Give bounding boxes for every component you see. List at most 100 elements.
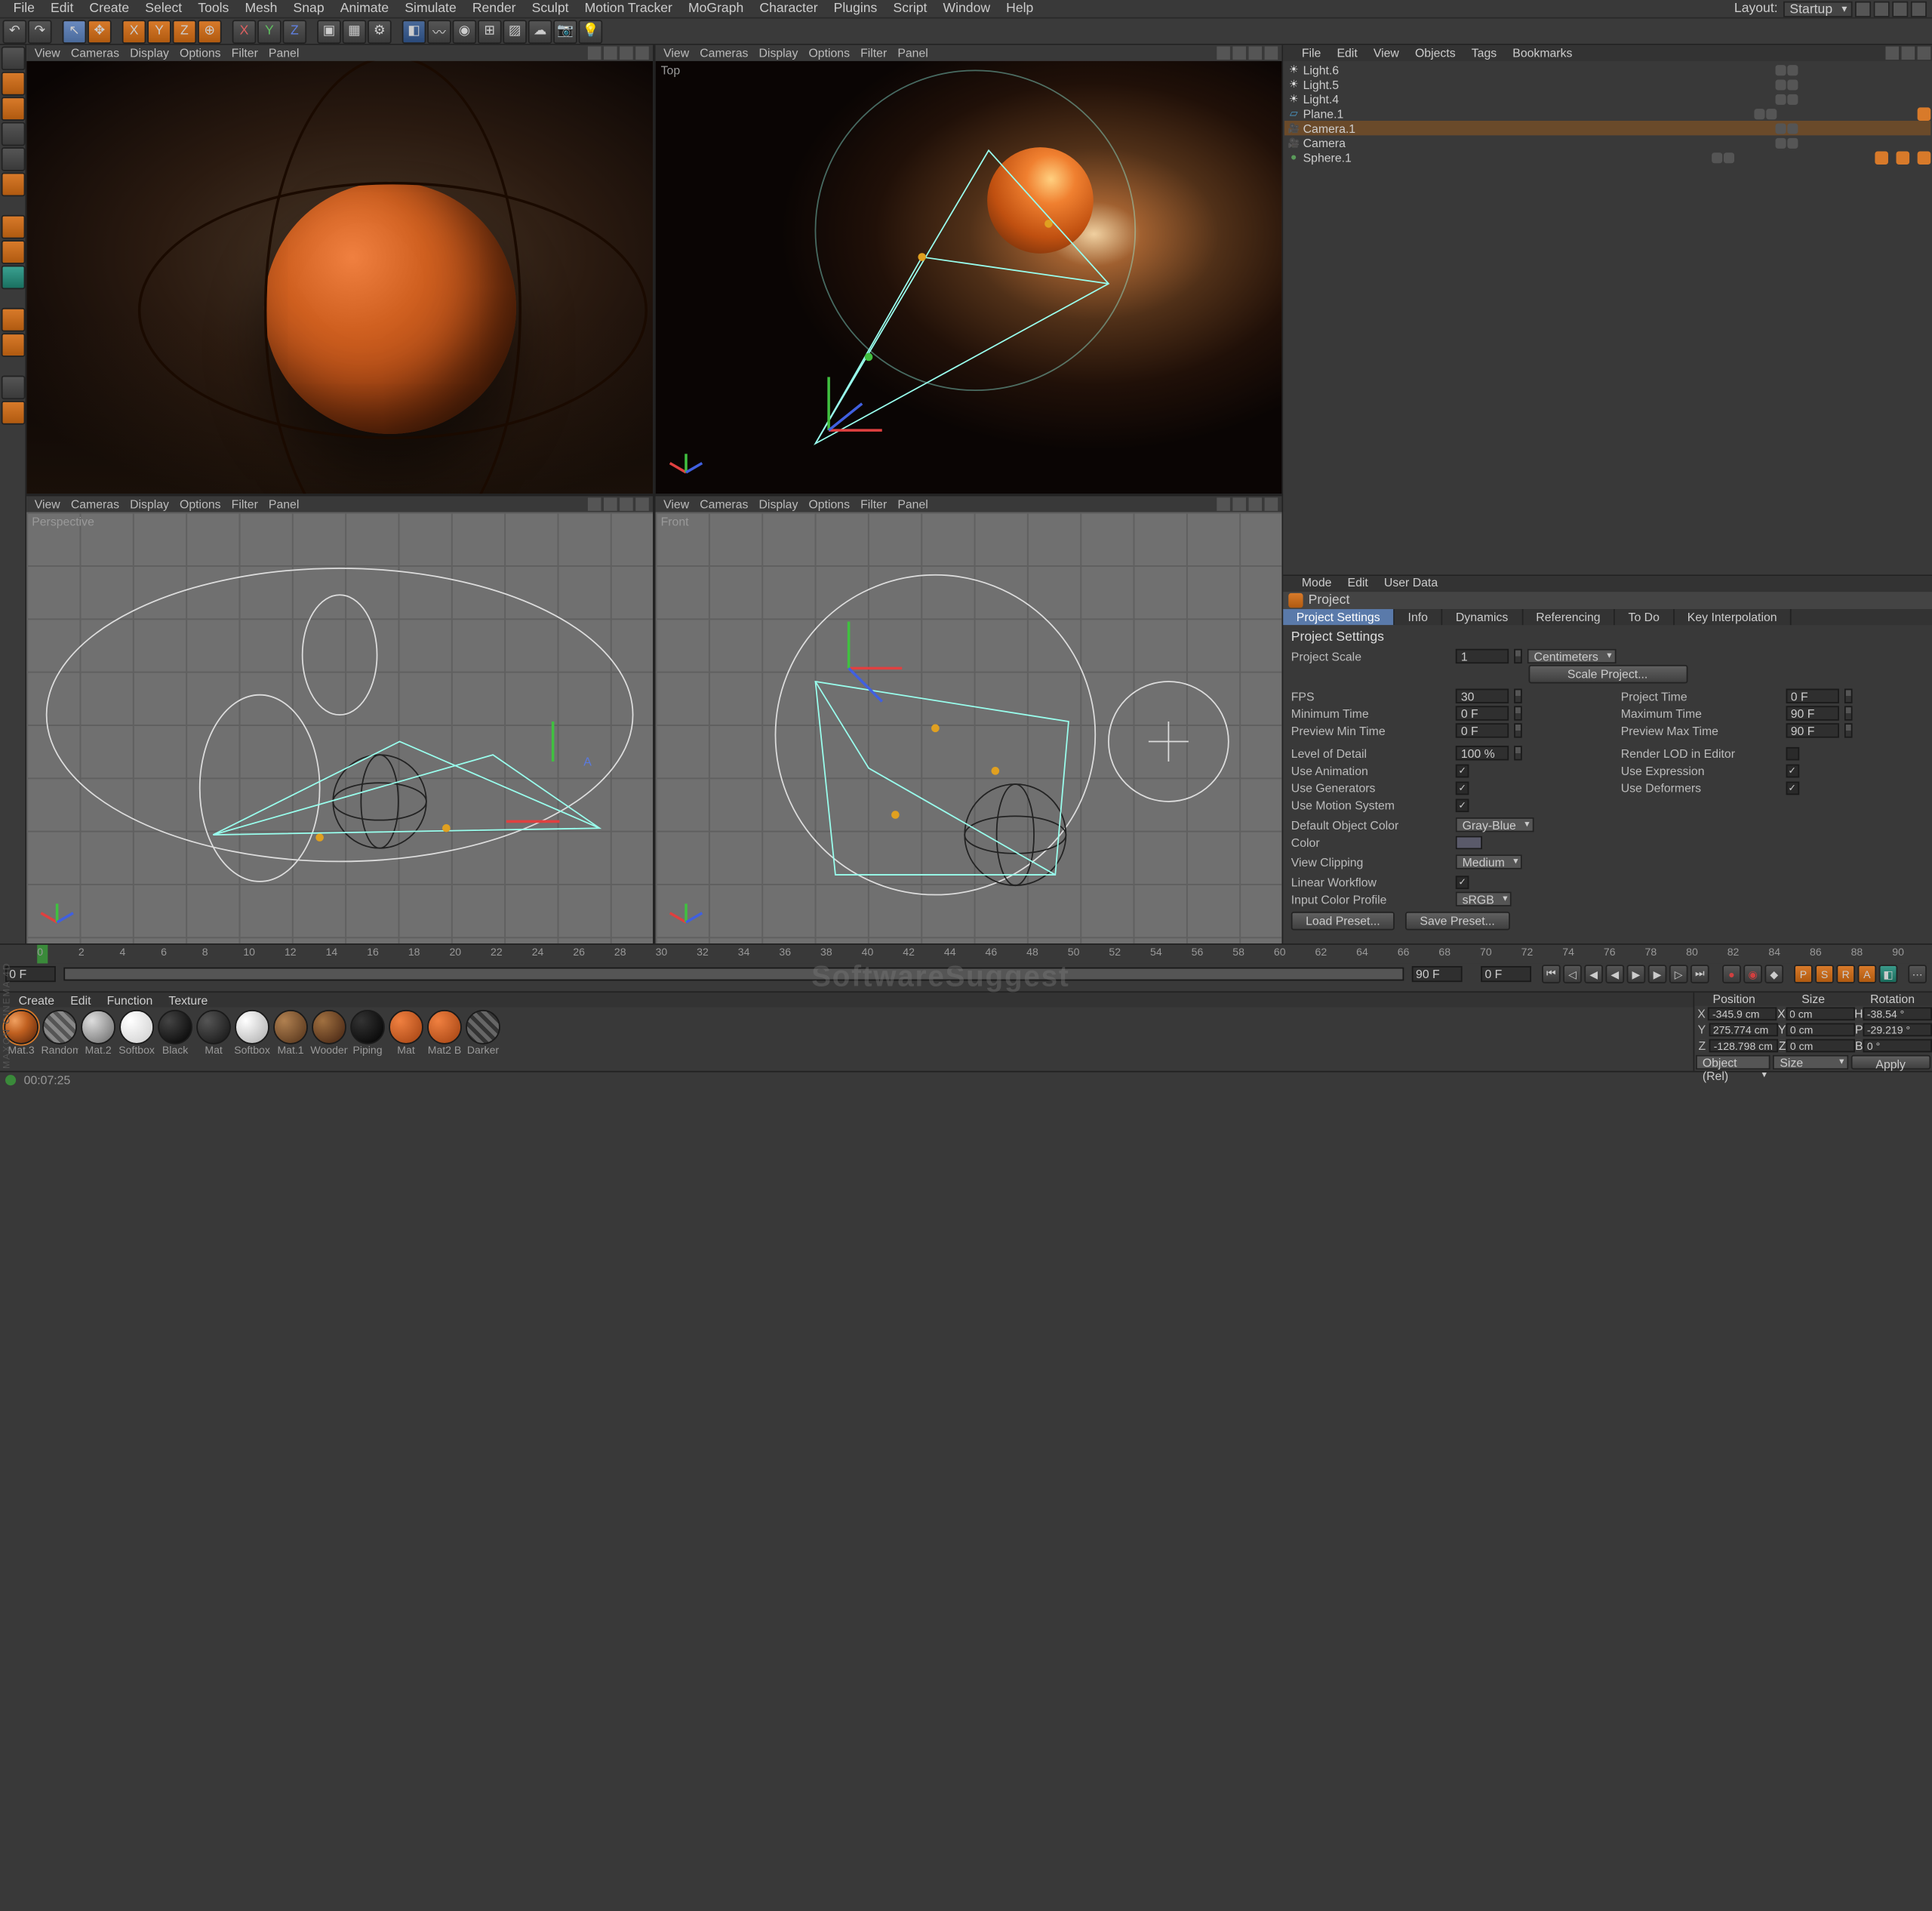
menu-mograph[interactable]: MoGraph (680, 0, 751, 17)
view-clip-dropdown[interactable]: Medium (1456, 854, 1522, 869)
lin-wf-checkbox[interactable]: ✓ (1456, 875, 1469, 889)
undo-button[interactable]: ↶ (3, 19, 27, 43)
material-tag-icon[interactable] (1918, 151, 1931, 165)
vp-menu-display[interactable]: Display (753, 497, 803, 510)
om-tab-edit[interactable]: Edit (1329, 47, 1365, 60)
vp-menu-display[interactable]: Display (125, 497, 174, 510)
vp-nav-icon[interactable] (1217, 497, 1230, 510)
subtab-dynamics[interactable]: Dynamics (1442, 609, 1522, 625)
vis-render-dot[interactable] (1724, 152, 1734, 162)
spinner[interactable] (1514, 649, 1522, 663)
viewport-solo-icon[interactable] (2, 308, 26, 332)
attr-tab-mode[interactable]: Mode (1294, 576, 1340, 592)
menu-mesh[interactable]: Mesh (237, 0, 285, 17)
axis-z-icon[interactable]: Z (283, 19, 307, 43)
menu-plugins[interactable]: Plugins (826, 0, 885, 17)
object-row[interactable]: Light.6 (1284, 63, 1930, 77)
size-input[interactable] (1786, 1023, 1855, 1037)
mat-tab-function[interactable]: Function (99, 993, 161, 1007)
vis-editor-dot[interactable] (1776, 123, 1786, 134)
primitive-cube-icon[interactable]: ◧ (402, 19, 426, 43)
max-time-input[interactable] (1786, 706, 1838, 720)
render-region-button[interactable]: ▦ (343, 19, 367, 43)
subtab-project-settings[interactable]: Project Settings (1283, 609, 1395, 625)
material-item[interactable]: Softbox (233, 1010, 270, 1068)
vis-editor-dot[interactable] (1776, 79, 1786, 90)
om-filter-icon[interactable] (1902, 47, 1915, 60)
vp-nav-icon[interactable] (588, 497, 601, 510)
lock-y-icon[interactable]: Y (147, 19, 171, 43)
material-item[interactable]: Wooden (310, 1010, 347, 1068)
spinner[interactable] (1514, 746, 1522, 760)
subtab-info[interactable]: Info (1395, 609, 1442, 625)
size-input[interactable] (1786, 1008, 1854, 1021)
menu-edit[interactable]: Edit (42, 0, 81, 17)
vp-nav-icon[interactable] (1249, 47, 1263, 60)
play-back-button[interactable]: ◀ (1605, 965, 1624, 983)
vis-editor-dot[interactable] (1712, 152, 1722, 162)
vp-nav-icon[interactable] (1265, 47, 1278, 60)
vp-menu-cameras[interactable]: Cameras (66, 497, 125, 510)
om-tab-file[interactable]: File (1294, 47, 1329, 60)
axis-x-icon[interactable]: X (232, 19, 257, 43)
next-frame-button[interactable]: ▶ (1648, 965, 1667, 983)
coord-apply-button[interactable]: Apply (1850, 1055, 1930, 1069)
fps-input[interactable] (1456, 689, 1509, 703)
material-item[interactable]: Mat.1 (272, 1010, 309, 1068)
workplane-icon[interactable] (2, 97, 26, 121)
layout-icon-4[interactable] (1911, 1, 1927, 17)
vp-menu-panel[interactable]: Panel (263, 497, 305, 510)
vp-nav-icon[interactable] (635, 497, 649, 510)
vp-menu-cameras[interactable]: Cameras (694, 497, 753, 510)
om-tab-objects[interactable]: Objects (1407, 47, 1463, 60)
coord-size-dropdown[interactable]: Size (1774, 1055, 1848, 1069)
spinner[interactable] (1514, 706, 1522, 720)
mat-tab-texture[interactable]: Texture (161, 993, 216, 1007)
viewport-canvas[interactable] (26, 61, 653, 493)
timeline-scrollbar[interactable] (63, 968, 1404, 981)
om-tab-bookmarks[interactable]: Bookmarks (1505, 47, 1580, 60)
vp-menu-view[interactable]: View (29, 47, 66, 60)
vp-menu-view[interactable]: View (658, 47, 694, 60)
material-tag-icon[interactable] (1897, 151, 1910, 165)
vp-nav-icon[interactable] (620, 47, 633, 60)
select-tool[interactable]: ↖ (63, 19, 87, 43)
point-mode-icon[interactable] (2, 147, 26, 171)
scale-project-button[interactable]: Scale Project... (1528, 664, 1687, 683)
vis-render-dot[interactable] (1787, 137, 1798, 148)
vp-nav-icon[interactable] (604, 497, 617, 510)
pos-input[interactable] (1709, 1039, 1778, 1053)
misc-tool-1-icon[interactable] (2, 376, 26, 400)
lock-x-icon[interactable]: X (122, 19, 146, 43)
prev-max-input[interactable] (1786, 723, 1838, 737)
om-tab-tags[interactable]: Tags (1463, 47, 1505, 60)
material-item[interactable]: Darker (464, 1010, 501, 1068)
om-menu-icon[interactable] (1918, 47, 1931, 60)
render-view-button[interactable]: ▣ (317, 19, 341, 43)
prev-key-button[interactable]: ◁ (1563, 965, 1582, 983)
coord-mode-dropdown[interactable]: Object (Rel) (1696, 1055, 1770, 1069)
coord-system-icon[interactable]: ⊕ (198, 19, 222, 43)
subtab-key-interp[interactable]: Key Interpolation (1674, 609, 1792, 625)
material-item[interactable]: Mat (387, 1010, 424, 1068)
menu-tools[interactable]: Tools (190, 0, 237, 17)
spinner[interactable] (1844, 706, 1852, 720)
layout-dropdown[interactable]: Startup (1783, 1, 1853, 17)
mat-tab-create[interactable]: Create (11, 993, 63, 1007)
array-tool-icon[interactable]: ⊞ (478, 19, 502, 43)
key-param-icon[interactable]: A (1858, 965, 1877, 983)
vp-menu-display[interactable]: Display (753, 47, 803, 60)
move-tool[interactable]: ✥ (88, 19, 112, 43)
menu-file[interactable]: File (5, 0, 42, 17)
min-time-input[interactable] (1456, 706, 1509, 720)
model-mode-icon[interactable] (2, 47, 26, 71)
vp-menu-panel[interactable]: Panel (892, 47, 934, 60)
vp-menu-options[interactable]: Options (174, 497, 226, 510)
viewport-canvas[interactable]: Top (656, 61, 1282, 493)
keyframe-button[interactable]: ◆ (1764, 965, 1783, 983)
vp-menu-filter[interactable]: Filter (226, 47, 263, 60)
vp-menu-filter[interactable]: Filter (226, 497, 263, 510)
vp-menu-view[interactable]: View (658, 497, 694, 510)
object-row[interactable]: Camera (1284, 135, 1930, 149)
vp-menu-display[interactable]: Display (125, 47, 174, 60)
